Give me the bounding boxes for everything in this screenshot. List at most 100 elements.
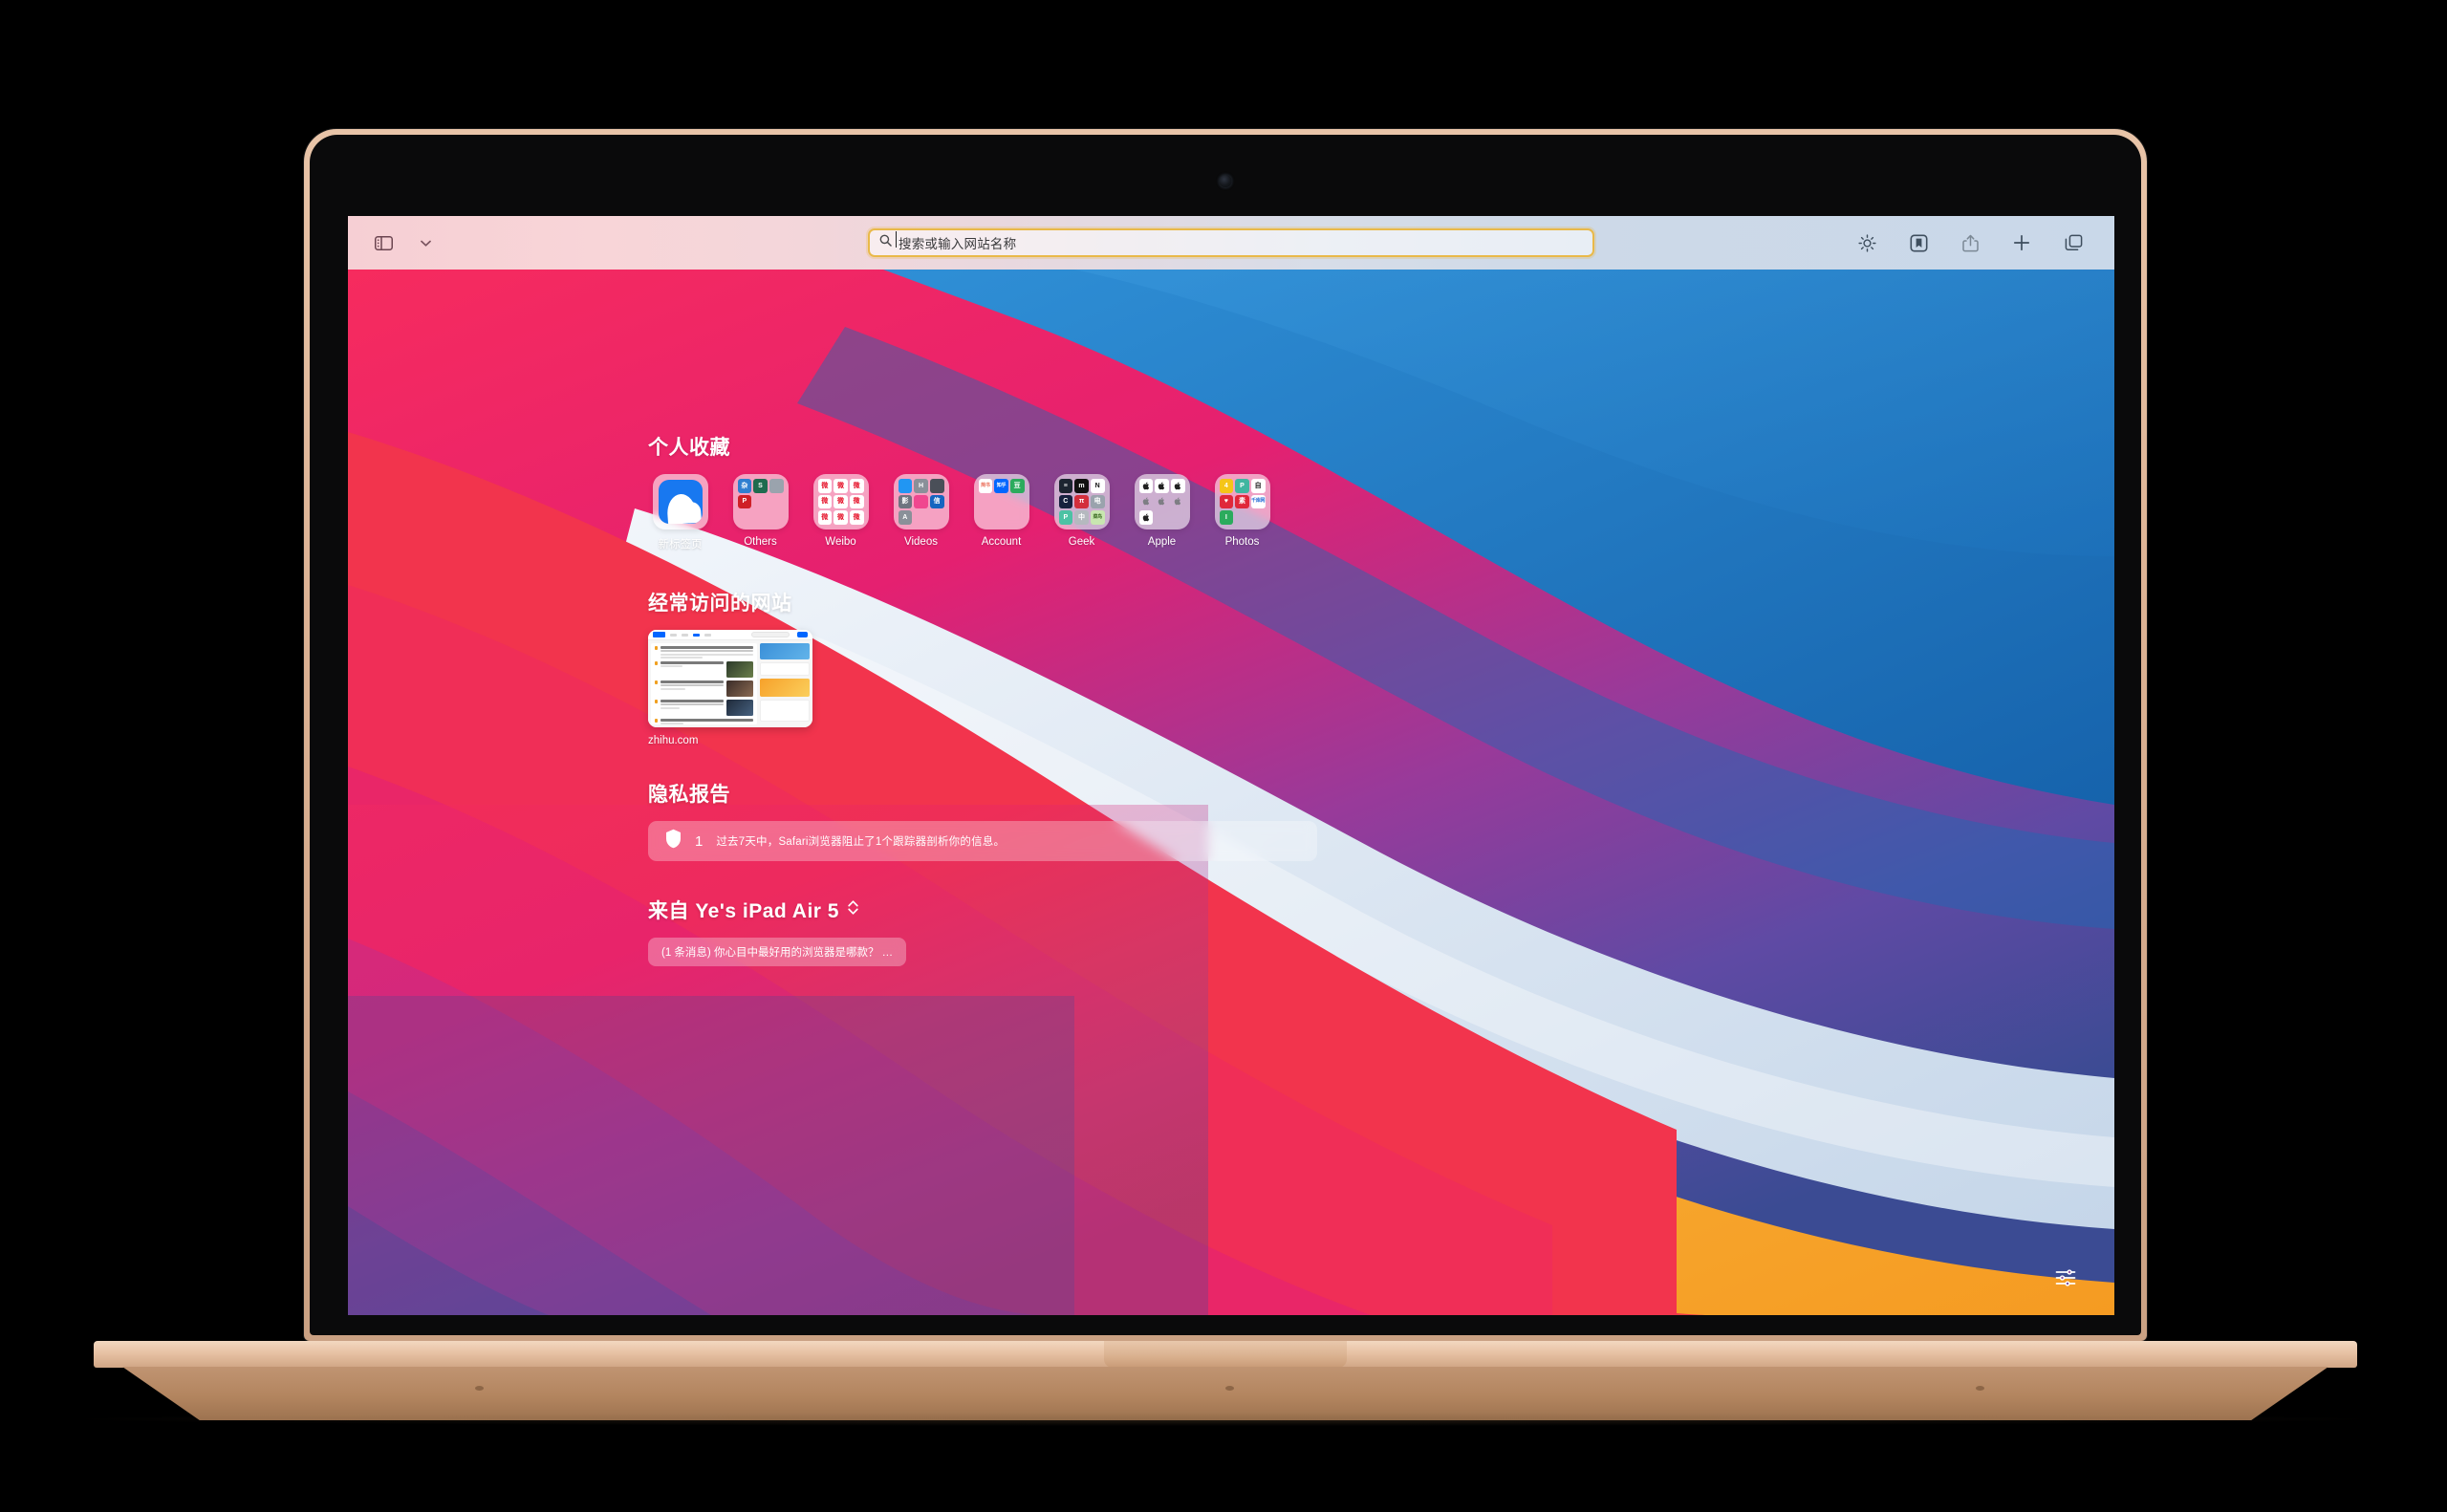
site-label: zhihu.com xyxy=(648,735,699,746)
from-device-title: 来自 Ye's iPad Air 5 xyxy=(648,900,839,922)
favorite-label: Photos xyxy=(1224,536,1260,548)
favorite-item-geek[interactable]: ≡ m N Cπ 电 P 中菜鸟 Geek xyxy=(1050,474,1114,551)
favorite-label: Account xyxy=(981,536,1022,548)
favorite-item-account[interactable]: 简书 知乎豆 Account xyxy=(969,474,1033,551)
favorite-item-weibo[interactable]: 微微微微微微微微微 Weibo xyxy=(809,474,873,551)
folder-app-icon xyxy=(1138,510,1154,525)
folder-app-icon xyxy=(898,479,913,493)
sidebar-toggle-icon[interactable] xyxy=(369,230,398,255)
bookmark-icon[interactable] xyxy=(1904,230,1933,255)
frequently-visited-title: 经常访问的网站 xyxy=(648,593,792,615)
folder-app-icon: 影 xyxy=(898,494,913,509)
folder-app-icon: 微 xyxy=(834,494,848,509)
favorite-tile[interactable] xyxy=(1134,474,1190,529)
folder-app-icon xyxy=(753,495,768,509)
frequently-visited-item[interactable]: zhihu.com xyxy=(648,630,812,746)
folder-app-icon: 豆 xyxy=(1009,479,1025,493)
folder-app-icon: P xyxy=(1058,510,1073,525)
folder-icon-grid: ≡ m N Cπ 电 P 中菜鸟 xyxy=(1058,478,1106,526)
folder-app-icon xyxy=(1170,479,1185,493)
folder-app-icon: ♥ xyxy=(1219,494,1234,509)
folder-app-icon: 杂 xyxy=(737,479,752,493)
new-tab-page-icon xyxy=(658,480,703,524)
folder-app-icon xyxy=(1139,495,1154,509)
laptop-shadow xyxy=(86,1413,2361,1426)
folder-app-icon xyxy=(994,510,1008,525)
favorite-tile[interactable]: 杂SP xyxy=(732,474,789,529)
folder-app-icon: P xyxy=(1235,479,1249,493)
folder-app-icon: 中 xyxy=(1074,510,1089,525)
favorites-row: 新标签页 杂 S P Others 微微微微微微微微微 Weibo H 影 信 A Videos 简书知… xyxy=(648,474,2114,551)
screen: 搜索或输入网站名称 个人收藏 新标签页 杂 S P Others 微 微 微 微… xyxy=(348,216,2114,1315)
folder-app-icon xyxy=(1155,510,1169,525)
folder-app-icon xyxy=(1171,510,1185,525)
folder-icon-grid: H影 信 A xyxy=(898,478,945,526)
favorite-tile[interactable]: 简书 知乎豆 xyxy=(973,474,1029,529)
case-foot xyxy=(1975,1386,1984,1391)
favorite-label: Weibo xyxy=(825,536,856,548)
privacy-tracker-count: 1 xyxy=(695,832,704,850)
folder-app-icon xyxy=(930,510,944,525)
favorite-item-新标签页[interactable]: 新标签页 xyxy=(648,474,712,551)
folder-app-icon: 微 xyxy=(817,479,833,493)
folder-app-icon xyxy=(1251,510,1266,525)
frequently-visited-row: zhihu.com xyxy=(648,630,2114,746)
new-tab-icon[interactable] xyxy=(2007,230,2036,255)
folder-icon-grid: 简书 知乎豆 xyxy=(978,478,1026,526)
folder-app-icon: ≡ xyxy=(1058,479,1073,493)
folder-app-icon: 微 xyxy=(849,479,864,493)
folder-app-icon xyxy=(1010,510,1025,525)
folder-app-icon xyxy=(914,494,928,509)
folder-app-icon: 微 xyxy=(817,510,833,525)
favorite-tile[interactable]: 4 P 自 ♥ 素千库网 I xyxy=(1214,474,1270,529)
safari-toolbar: 搜索或输入网站名称 xyxy=(348,216,2114,270)
address-input-placeholder[interactable]: 搜索或输入网站名称 xyxy=(895,231,1016,252)
favorite-item-others[interactable]: 杂 S P Others xyxy=(728,474,792,551)
case-foot xyxy=(475,1386,485,1391)
favorite-item-photos[interactable]: 4 P 自 ♥ 素千库网 I Photos xyxy=(1210,474,1274,551)
address-bar[interactable]: 搜索或输入网站名称 xyxy=(868,228,1594,257)
folder-app-icon: 自 xyxy=(1250,479,1266,493)
folder-icon-grid: 4 P 自 ♥ 素千库网 I xyxy=(1219,478,1267,526)
favorite-tile[interactable]: ≡ m N Cπ 电 P 中菜鸟 xyxy=(1053,474,1110,529)
privacy-report-text: 过去7天中，Safari浏览器阻止了1个跟踪器剖析你的信息。 xyxy=(716,836,1006,848)
folder-app-icon: 信 xyxy=(929,494,944,509)
favorite-tile[interactable] xyxy=(652,474,708,529)
folder-icon-grid xyxy=(1138,478,1186,526)
safari-start-page: 个人收藏 新标签页 杂 S P Others 微微微微微微微微微 Weibo H 影 信 A Vide… xyxy=(348,270,2114,1315)
from-device-header[interactable]: 来自 Ye's iPad Air 5 xyxy=(648,896,2114,924)
favorite-item-apple[interactable]: Apple xyxy=(1130,474,1194,551)
webcam-icon xyxy=(1219,175,1232,187)
folder-app-icon xyxy=(979,495,993,509)
favorite-tile[interactable]: H影 信 A xyxy=(893,474,949,529)
folder-app-icon: m xyxy=(1074,479,1089,493)
folder-app-icon: 简书 xyxy=(978,479,993,493)
favorite-item-videos[interactable]: H 影 信 A Videos xyxy=(889,474,953,551)
share-icon[interactable] xyxy=(1956,230,1984,255)
favorite-label: 新标签页 xyxy=(658,539,703,551)
laptop-base xyxy=(94,1341,2357,1368)
tab-overview-icon[interactable] xyxy=(2059,230,2088,255)
favorite-tile[interactable]: 微微微微微微微微微 xyxy=(812,474,869,529)
site-thumbnail[interactable] xyxy=(648,630,812,727)
folder-app-icon: H xyxy=(914,479,928,493)
chevron-updown-icon[interactable] xyxy=(847,899,859,920)
toolbar-left-group xyxy=(369,230,656,255)
folder-app-icon: N xyxy=(1090,479,1105,493)
favorites-title: 个人收藏 xyxy=(648,437,730,459)
laptop-base-notch xyxy=(1104,1341,1347,1368)
folder-app-icon: S xyxy=(753,479,768,493)
folder-app-icon: 微 xyxy=(817,494,833,509)
start-page-settings-icon[interactable] xyxy=(2051,1265,2080,1290)
address-bar-container: 搜索或输入网站名称 xyxy=(656,228,1807,257)
favorite-label: Geek xyxy=(1068,536,1095,548)
from-device-tab-item[interactable]: (1 条消息) 你心目中最好用的浏览器是哪款？ … xyxy=(648,938,907,966)
reader-privacy-icon[interactable] xyxy=(1852,230,1881,255)
shield-icon xyxy=(665,829,682,853)
folder-app-icon: P xyxy=(737,494,752,509)
chevron-down-icon[interactable] xyxy=(411,230,440,255)
folder-app-icon: 4 xyxy=(1219,479,1234,493)
favorite-label: Videos xyxy=(904,536,938,548)
folder-app-icon: A xyxy=(898,510,913,525)
privacy-report-banner[interactable]: 1 过去7天中，Safari浏览器阻止了1个跟踪器剖析你的信息。 xyxy=(648,821,1317,861)
